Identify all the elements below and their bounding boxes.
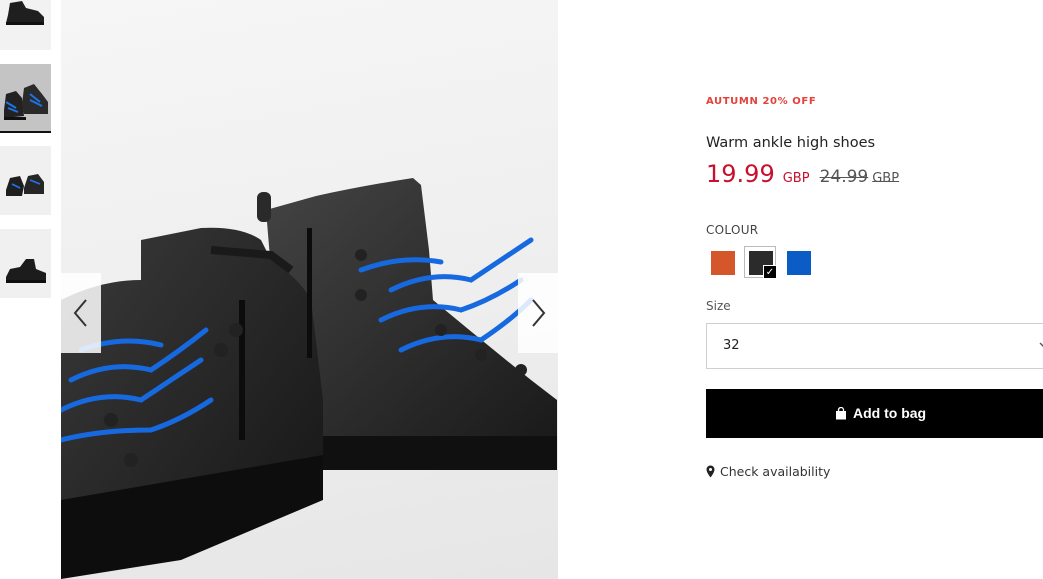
chevron-down-icon <box>1039 342 1043 347</box>
colour-label: COLOUR <box>706 223 759 237</box>
thumbnail-1[interactable] <box>0 0 51 50</box>
boots-photo <box>61 178 557 579</box>
chevron-right-icon <box>532 299 546 327</box>
gallery-prev-button[interactable] <box>61 273 101 353</box>
size-selected-value: 32 <box>723 338 740 353</box>
thumbnail-3[interactable] <box>0 146 51 215</box>
check-availability-label: Check availability <box>720 464 831 479</box>
thumbnail-2[interactable] <box>0 64 51 133</box>
size-select[interactable]: 32 <box>706 323 1043 369</box>
gallery-next-button[interactable] <box>518 273 558 353</box>
product-main-image <box>61 0 558 579</box>
current-price-currency: GBP <box>782 171 810 186</box>
old-price-currency: GBP <box>872 171 900 186</box>
active-thumbnail-indicator <box>0 131 51 133</box>
price-row: 19.99 GBP 24.99 GBP <box>706 160 899 188</box>
promo-label: AUTUMN 20% OFF <box>706 96 817 107</box>
boot-thumbnail-pair-active-icon <box>0 64 51 133</box>
product-title: Warm ankle high shoes <box>706 135 876 151</box>
add-to-bag-button[interactable]: Add to bag <box>706 389 1043 438</box>
boot-thumbnail-side-icon <box>6 1 44 25</box>
colour-swatch-orange[interactable] <box>711 251 735 275</box>
boot-thumbnail-pair-icon <box>6 174 44 196</box>
boot-thumbnail-single-icon <box>6 259 46 283</box>
shopping-bag-icon <box>836 406 846 419</box>
chevron-left-icon <box>73 299 87 327</box>
checkmark-icon: ✓ <box>763 265 777 279</box>
add-to-bag-content: Add to bag <box>835 405 926 421</box>
colour-swatch-blue[interactable] <box>787 251 811 275</box>
map-pin-icon <box>706 465 715 478</box>
thumbnail-4[interactable] <box>0 229 51 298</box>
current-price: 19.99 <box>706 160 775 188</box>
old-price-value: 24.99 <box>819 167 869 187</box>
add-to-bag-label: Add to bag <box>853 405 927 421</box>
old-price: 24.99 GBP <box>820 167 900 187</box>
size-label: Size <box>706 299 731 313</box>
check-availability-link[interactable]: Check availability <box>706 464 830 479</box>
